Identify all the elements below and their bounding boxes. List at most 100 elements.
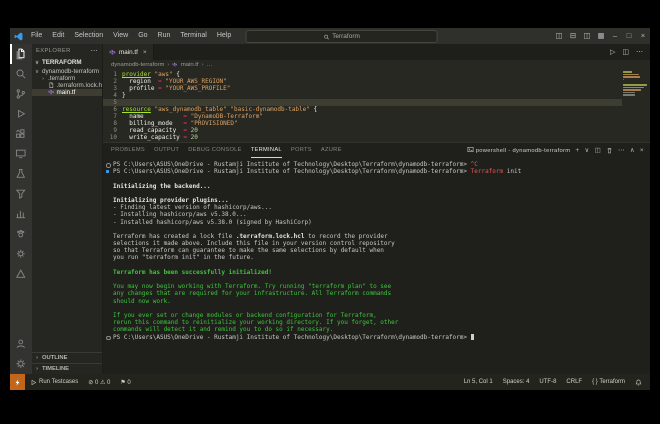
terminal-text: You may now begin working with Terraform… [113, 283, 392, 291]
terminal-line: PS C:\Users\ASUS\OneDrive - Rustamji Ins… [106, 333, 650, 341]
menu-help[interactable]: Help [212, 28, 236, 44]
code-line: 4} [103, 92, 622, 99]
editor-more-actions-icon[interactable]: ⋯ [636, 48, 643, 56]
remote-indicator[interactable] [10, 374, 25, 390]
panel-tab-terminal[interactable]: TERMINAL [250, 143, 282, 158]
source-control-icon[interactable] [10, 84, 32, 104]
problems-status[interactable]: ⊘ 0 ⚠ 0 [83, 374, 115, 390]
terminal-text: commands will detect it and remind you t… [113, 326, 334, 334]
language-mode[interactable]: { } Terraform [587, 374, 630, 390]
run-testcases-button[interactable]: Run Testcases [25, 374, 83, 390]
menu-terminal[interactable]: Terminal [175, 28, 211, 44]
maximize-panel-icon[interactable]: ∧ [630, 143, 635, 158]
tab-label: main.tf [119, 48, 138, 56]
terminal-cursor [470, 333, 475, 340]
chart-icon[interactable] [10, 204, 32, 224]
panel-more-actions-icon[interactable]: ⋯ [618, 143, 625, 158]
filter-icon[interactable] [10, 184, 32, 204]
breadcrumb-separator-icon: › [201, 62, 204, 68]
command-center-search[interactable]: Terraform [245, 30, 438, 43]
terminal-session-label[interactable]: powershell - dynamodb-terraform [467, 146, 571, 155]
minimize-icon[interactable]: – [608, 28, 622, 44]
breadcrumb-item[interactable]: dynamodb-terraform [111, 62, 164, 68]
new-terminal-icon[interactable]: + [575, 143, 579, 158]
tab-main-tf[interactable]: main.tf × [103, 44, 154, 60]
terminal-line: - Finding latest version of hashicorp/aw… [113, 204, 650, 211]
run-debug-icon[interactable] [10, 104, 32, 124]
menu-bar: File Edit Selection View Go Run Terminal Help [26, 28, 236, 44]
remote-explorer-icon[interactable] [10, 144, 32, 164]
kill-terminal-icon[interactable] [606, 147, 613, 154]
toggle-secondary-sidebar-icon[interactable]: ◫ [580, 28, 594, 44]
run-file-icon[interactable]: ▷ [610, 48, 615, 56]
cursor-position[interactable]: Ln 5, Col 1 [459, 374, 498, 390]
file-main-tf[interactable]: main.tf [32, 89, 102, 96]
menu-edit[interactable]: Edit [47, 28, 69, 44]
eol-sequence[interactable]: CRLF [561, 374, 587, 390]
indentation[interactable]: Spaces: 4 [498, 374, 535, 390]
customize-layout-icon[interactable]: ▦ [594, 28, 608, 44]
split-terminal-icon[interactable]: ◫ [595, 143, 601, 158]
close-tab-icon[interactable]: × [143, 49, 147, 56]
close-icon[interactable]: × [636, 28, 650, 44]
terminal[interactable]: PS C:\Users\ASUS\OneDrive - Rustamji Ins… [103, 158, 650, 374]
breadcrumb-item[interactable]: main.tf [181, 62, 199, 68]
folder-dynamodb-terraform[interactable]: ∨ dynamodb-terraform [32, 68, 102, 75]
breadcrumb-separator-icon: › [167, 62, 170, 68]
menu-selection[interactable]: Selection [69, 28, 108, 44]
panel-tab-ports[interactable]: PORTS [291, 143, 312, 158]
minimap-line [623, 94, 635, 96]
gear-badge-icon[interactable] [10, 244, 32, 264]
menu-run[interactable]: Run [153, 28, 176, 44]
title-bar: FileEditSelectionViewGoRunTerminalHelp ←… [10, 28, 650, 44]
panel-tab-problems[interactable]: PROBLEMS [111, 143, 145, 158]
menu-go[interactable]: Go [133, 28, 152, 44]
triangle-extension-icon[interactable] [10, 264, 32, 284]
terminal-text: - Installed hashicorp/aws v5.38.0 (signe… [113, 218, 312, 226]
panel-tab-output[interactable]: OUTPUT [154, 143, 179, 158]
terminal-line: PS C:\Users\ASUS\OneDrive - Rustamji Ins… [106, 161, 650, 168]
code-token: "DynamoDB-Terraform" [190, 113, 263, 120]
section-timeline[interactable]: › TIMELINE [32, 363, 102, 374]
terminal-text: - Finding latest version of hashicorp/aw… [113, 204, 272, 212]
terminal-line: rerun this command to reinitialize your … [113, 319, 650, 326]
breadcrumb[interactable]: dynamodb-terraform › main.tf ›… [103, 60, 650, 70]
testing-icon[interactable] [10, 164, 32, 184]
encoding[interactable]: UTF-8 [534, 374, 561, 390]
panel-tab-azure[interactable]: AZURE [321, 143, 342, 158]
menu-view[interactable]: View [108, 28, 133, 44]
terminal-text: PS C:\Users\ASUS\OneDrive - Rustamji Ins… [113, 168, 471, 176]
folder-dot-terraform[interactable]: › .terraform [32, 75, 102, 82]
flag-status[interactable]: ⚑ 0 [115, 374, 135, 390]
explorer-more-actions-icon[interactable]: ⋯ [91, 47, 98, 55]
code-editor[interactable]: 1 provider "aws" {2 region = "YOUR_AWS_RE… [103, 70, 650, 142]
settings-gear-icon[interactable] [10, 354, 32, 374]
paw-icon[interactable] [10, 224, 32, 244]
close-panel-icon[interactable]: × [640, 143, 644, 158]
menu-file[interactable]: File [26, 28, 47, 44]
explorer-icon[interactable] [10, 44, 32, 64]
line-number: 8 [113, 120, 117, 127]
terminal-text: Terraform has created a lock file [113, 232, 236, 240]
vscode-logo-icon [10, 32, 26, 41]
split-editor-icon[interactable]: ◫ [622, 48, 629, 56]
panel-tab-debug-console[interactable]: DEBUG CONSOLE [188, 143, 242, 158]
toggle-panel-icon[interactable]: ⊟ [566, 28, 580, 44]
breadcrumb-item[interactable]: … [207, 62, 213, 68]
terraform-file-icon [109, 49, 116, 56]
file-terraform-lock-hcl[interactable]: .terraform.lock.hcl [32, 82, 102, 89]
terminal-line: should now work. [113, 298, 650, 305]
account-icon[interactable] [10, 334, 32, 354]
workspace-root[interactable]: ∨ TERRAFORM [32, 57, 102, 68]
toggle-primary-sidebar-icon[interactable]: ◫ [552, 28, 566, 44]
launch-profile-chevron-icon[interactable]: ∨ [585, 143, 590, 158]
search-icon[interactable] [10, 64, 32, 84]
maximize-icon[interactable]: □ [622, 28, 636, 44]
minimap[interactable] [623, 71, 647, 97]
search-value: Terraform [332, 33, 360, 40]
section-outline[interactable]: › OUTLINE [32, 352, 102, 363]
extensions-icon[interactable] [10, 124, 32, 144]
line-number: 1 [113, 71, 117, 78]
status-text: Ln 5, Col 1 [463, 379, 493, 385]
notifications-bell-icon[interactable] [630, 374, 647, 390]
